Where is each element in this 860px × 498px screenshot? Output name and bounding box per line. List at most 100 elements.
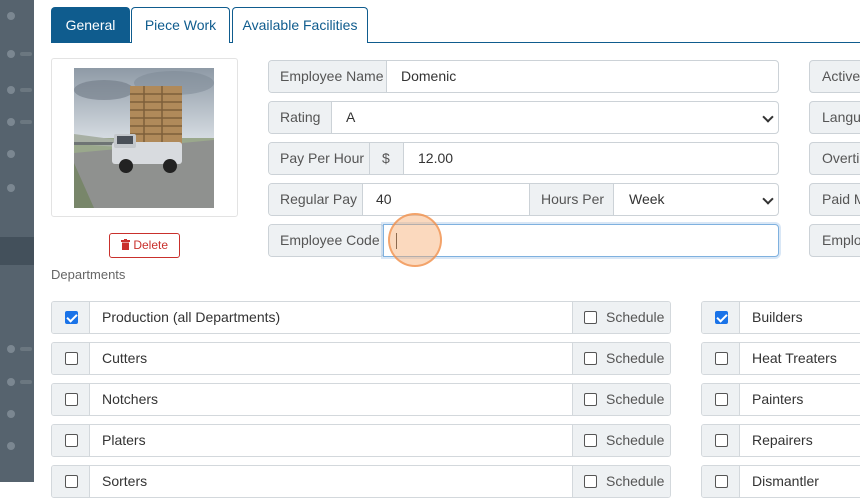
department-name: Painters <box>752 391 804 407</box>
sidebar-icon[interactable] <box>7 150 15 158</box>
schedule-toggle[interactable]: Schedule <box>572 384 670 415</box>
sidebar-icon[interactable] <box>7 12 15 20</box>
department-checkbox[interactable] <box>715 352 728 365</box>
schedule-toggle[interactable]: Schedule <box>572 343 670 374</box>
tab-piece-work[interactable]: Piece Work <box>131 7 230 43</box>
department-name: Repairers <box>752 432 813 448</box>
department-name: Cutters <box>102 350 148 366</box>
sidebar-icon[interactable] <box>7 345 15 353</box>
overtime-label: Overti <box>822 150 860 166</box>
checkbox-cell <box>702 343 740 374</box>
right-field-language[interactable]: Langua <box>809 101 860 134</box>
checkbox-cell <box>52 425 90 456</box>
sidebar-label <box>20 380 32 384</box>
regular-pay-input[interactable]: 40 <box>376 184 392 215</box>
sidebar-icon[interactable] <box>7 86 15 94</box>
department-checkbox[interactable] <box>715 434 728 447</box>
pay-per-hour-group: Pay Per Hour $ 12.00 <box>268 142 779 175</box>
right-field-paid[interactable]: Paid M <box>809 183 860 216</box>
schedule-checkbox[interactable] <box>584 352 597 365</box>
employee-code-label: Employee Code <box>269 225 383 256</box>
employee-label: Employ <box>822 232 860 248</box>
checkbox-cell <box>702 302 740 333</box>
checkbox-cell <box>702 384 740 415</box>
sidebar-icon[interactable] <box>7 50 15 58</box>
paid-label: Paid M <box>822 191 860 207</box>
sidebar-icon[interactable] <box>7 442 15 450</box>
schedule-label: Schedule <box>606 350 665 366</box>
main-content: General Piece Work Available Facilities <box>34 0 860 498</box>
pay-per-hour-label: Pay Per Hour <box>269 143 370 174</box>
schedule-label: Schedule <box>606 391 665 407</box>
departments-heading: Departments <box>51 267 126 282</box>
checkbox-cell <box>52 343 90 374</box>
sidebar-icon[interactable] <box>7 378 15 386</box>
rating-label: Rating <box>269 102 332 133</box>
schedule-toggle[interactable]: Schedule <box>572 425 670 456</box>
hours-per-select[interactable]: Week <box>629 184 774 215</box>
schedule-checkbox[interactable] <box>584 311 597 324</box>
trash-icon <box>120 239 130 250</box>
employee-photo <box>74 68 214 208</box>
active-label: Active <box>822 68 860 84</box>
department-row: Builders <box>701 301 860 334</box>
delete-label: Delete <box>133 238 169 252</box>
right-field-overtime[interactable]: Overti <box>809 142 860 175</box>
employee-name-group: Employee Name Domenic <box>268 60 779 93</box>
hours-per-label: Hours Per <box>529 184 614 215</box>
regular-pay-label: Regular Pay <box>269 184 363 215</box>
regular-pay-group: Regular Pay 40 Hours Per Week <box>268 183 779 216</box>
sidebar-icon[interactable] <box>7 184 15 192</box>
department-row: Repairers <box>701 424 860 457</box>
schedule-label: Schedule <box>606 309 665 325</box>
sidebar-label <box>20 88 32 92</box>
department-name: Production (all Departments) <box>102 309 281 325</box>
sidebar-label <box>20 347 32 351</box>
department-name: Platers <box>102 432 146 448</box>
checkbox-cell <box>52 384 90 415</box>
schedule-checkbox[interactable] <box>584 434 597 447</box>
department-name: Builders <box>752 309 803 325</box>
employee-code-input[interactable] <box>383 224 779 257</box>
sidebar-item-active[interactable] <box>0 237 34 265</box>
employee-code-label-box: Employee Code <box>268 224 384 257</box>
checkbox-cell <box>702 425 740 456</box>
department-checkbox[interactable] <box>65 434 78 447</box>
department-row: Heat Treaters <box>701 342 860 375</box>
right-field-employee[interactable]: Employ <box>809 224 860 257</box>
department-row: Cutters Schedule <box>51 342 671 375</box>
sidebar-label <box>20 120 32 124</box>
department-checkbox[interactable] <box>65 393 78 406</box>
rating-group: Rating A <box>268 101 779 134</box>
pay-per-hour-input[interactable]: 12.00 <box>418 143 453 174</box>
click-indicator <box>388 213 442 267</box>
department-row: Production (all Departments) Schedule <box>51 301 671 334</box>
department-row: Painters <box>701 383 860 416</box>
sidebar <box>0 0 34 482</box>
language-label: Langua <box>822 109 860 125</box>
sidebar-icon[interactable] <box>7 410 15 418</box>
department-name: Notchers <box>102 391 159 407</box>
department-checkbox[interactable] <box>65 352 78 365</box>
delete-photo-button[interactable]: Delete <box>109 233 180 258</box>
department-checkbox[interactable] <box>715 393 728 406</box>
department-checkbox[interactable] <box>65 311 78 324</box>
right-field-active[interactable]: Active <box>809 60 860 93</box>
schedule-label: Schedule <box>606 432 665 448</box>
employee-name-input[interactable]: Domenic <box>401 61 456 92</box>
truck-with-pallets-image <box>74 68 214 208</box>
department-row: Platers Schedule <box>51 424 671 457</box>
department-name: Heat Treaters <box>752 350 837 366</box>
tab-available-facilities[interactable]: Available Facilities <box>232 7 368 43</box>
currency-symbol: $ <box>370 143 404 174</box>
schedule-toggle[interactable]: Schedule <box>572 302 670 333</box>
department-row: Notchers Schedule <box>51 383 671 416</box>
department-checkbox[interactable] <box>715 311 728 324</box>
checkbox-cell <box>52 302 90 333</box>
sidebar-icon[interactable] <box>7 118 15 126</box>
schedule-checkbox[interactable] <box>584 393 597 406</box>
employee-photo-card <box>51 58 238 217</box>
rating-select[interactable]: A <box>346 102 776 133</box>
tab-general[interactable]: General <box>51 7 130 43</box>
sidebar-label <box>20 52 32 56</box>
